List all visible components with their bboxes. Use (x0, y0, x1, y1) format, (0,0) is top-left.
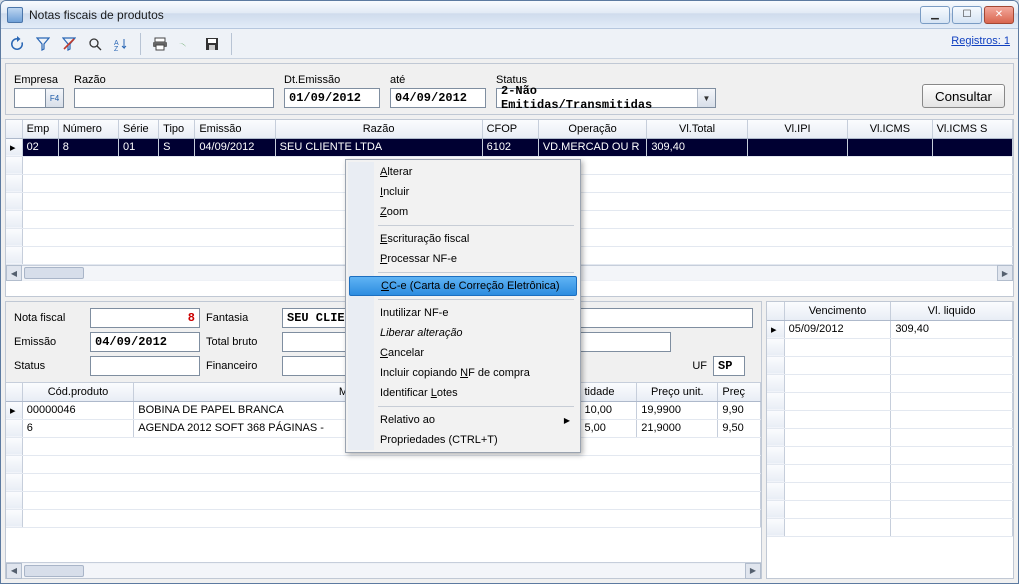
col-pr[interactable]: Preç (718, 383, 761, 401)
col-operacao[interactable]: Operação (538, 120, 646, 138)
maximize-button[interactable]: ☐ (952, 6, 982, 24)
menu-item[interactable]: Liberar alteração (348, 323, 578, 343)
col-vlipi[interactable]: Vl.IPI (747, 120, 847, 138)
empresa-label: Empresa (14, 74, 64, 86)
col-qtd[interactable]: tidade (580, 383, 637, 401)
filter-icon[interactable] (33, 34, 53, 54)
col-pu[interactable]: Preço unit. (637, 383, 718, 401)
col-vltotal[interactable]: Vl.Total (647, 120, 747, 138)
col-serie[interactable]: Série (118, 120, 158, 138)
minimize-button[interactable]: ▁ (920, 6, 950, 24)
col-tipo[interactable]: Tipo (159, 120, 195, 138)
menu-item[interactable]: Incluir (348, 182, 578, 202)
menu-item[interactable]: Escrituração fiscal (348, 229, 578, 249)
menu-item[interactable]: Processar NF-e (348, 249, 578, 269)
search-icon[interactable] (85, 34, 105, 54)
menu-item[interactable]: Inutilizar NF-e (348, 303, 578, 323)
preview-icon[interactable] (176, 34, 196, 54)
filter-remove-icon[interactable] (59, 34, 79, 54)
col-razao[interactable]: Razão (275, 120, 482, 138)
window-frame: Notas fiscais de produtos ▁ ☐ ✕ AZ (0, 0, 1019, 584)
totalbruto-label: Total bruto (206, 336, 276, 348)
dt-emissao-label: Dt.Emissão (284, 74, 380, 86)
consultar-button[interactable]: Consultar (922, 84, 1005, 108)
menu-item[interactable]: Cancelar (348, 343, 578, 363)
uf-label: UF (677, 360, 707, 372)
razao-input[interactable] (74, 88, 274, 108)
titlebar[interactable]: Notas fiscais de produtos ▁ ☐ ✕ (1, 1, 1018, 29)
empresa-input[interactable] (14, 88, 46, 108)
col-vencimento[interactable]: Vencimento (784, 302, 891, 320)
ate-label: até (390, 74, 486, 86)
payments-panel: Vencimento Vl. liquido ▸ 05/09/2012 309,… (766, 301, 1014, 579)
menu-item[interactable]: CC-e (Carta de Correção Eletrônica) (349, 276, 577, 296)
uf-input[interactable] (713, 356, 745, 376)
menu-item[interactable]: Zoom (348, 202, 578, 222)
menu-item[interactable]: Relativo ao▶ (348, 410, 578, 430)
svg-text:Z: Z (114, 46, 119, 51)
col-cod[interactable]: Cód.produto (22, 383, 134, 401)
save-icon[interactable] (202, 34, 222, 54)
items-scrollbar[interactable]: ◀▶ (6, 562, 761, 578)
menu-item[interactable]: Propriedades (CTRL+T) (348, 430, 578, 450)
context-menu: AlterarIncluirZoomEscrituração fiscalPro… (345, 159, 581, 453)
razao-label: Razão (74, 74, 274, 86)
col-emp[interactable]: Emp (22, 120, 58, 138)
col-vlliquido[interactable]: Vl. liquido (891, 302, 1013, 320)
table-row[interactable]: ▸ 05/09/2012 309,40 (767, 320, 1013, 338)
status-input[interactable] (90, 356, 200, 376)
menu-item[interactable]: Alterar (348, 162, 578, 182)
window-title: Notas fiscais de produtos (29, 8, 920, 22)
empresa-lookup-icon[interactable]: F4 (46, 88, 64, 108)
table-row[interactable]: ▸ 02 8 01 S 04/09/2012 SEU CLIENTE LTDA … (6, 138, 1013, 156)
col-vlicms[interactable]: Vl.ICMS (848, 120, 932, 138)
app-icon (7, 7, 23, 23)
chevron-down-icon[interactable]: ▼ (697, 89, 715, 107)
payments-grid[interactable]: Vencimento Vl. liquido ▸ 05/09/2012 309,… (767, 302, 1013, 537)
filter-panel: Empresa F4 Razão Dt.Emissão até Status (5, 63, 1014, 115)
record-count-link[interactable]: Registros: 1 (951, 35, 1010, 47)
financeiro-label: Financeiro (206, 360, 276, 372)
col-cfop[interactable]: CFOP (482, 120, 538, 138)
emissao-label: Emissão (14, 336, 84, 348)
sort-icon[interactable]: AZ (111, 34, 131, 54)
col-vlicmss[interactable]: Vl.ICMS S (932, 120, 1012, 138)
refresh-icon[interactable] (7, 34, 27, 54)
status-select[interactable]: 2-Não Emitidas/Transmitidas (496, 88, 716, 108)
col-numero[interactable]: Número (58, 120, 118, 138)
menu-item[interactable]: Identificar Lotes (348, 383, 578, 403)
nota-label: Nota fiscal (14, 312, 84, 324)
status2-label: Status (14, 360, 84, 372)
close-button[interactable]: ✕ (984, 6, 1014, 24)
ate-input[interactable] (390, 88, 486, 108)
dt-emissao-input[interactable] (284, 88, 380, 108)
emissao-input[interactable] (90, 332, 200, 352)
col-emissao[interactable]: Emissão (195, 120, 275, 138)
nota-input[interactable] (90, 308, 200, 328)
toolbar: AZ Registros: 1 (1, 29, 1018, 59)
fantasia-label: Fantasia (206, 312, 276, 324)
row-marker-header (6, 120, 22, 138)
menu-item[interactable]: Incluir copiando NF de compra (348, 363, 578, 383)
print-icon[interactable] (150, 34, 170, 54)
